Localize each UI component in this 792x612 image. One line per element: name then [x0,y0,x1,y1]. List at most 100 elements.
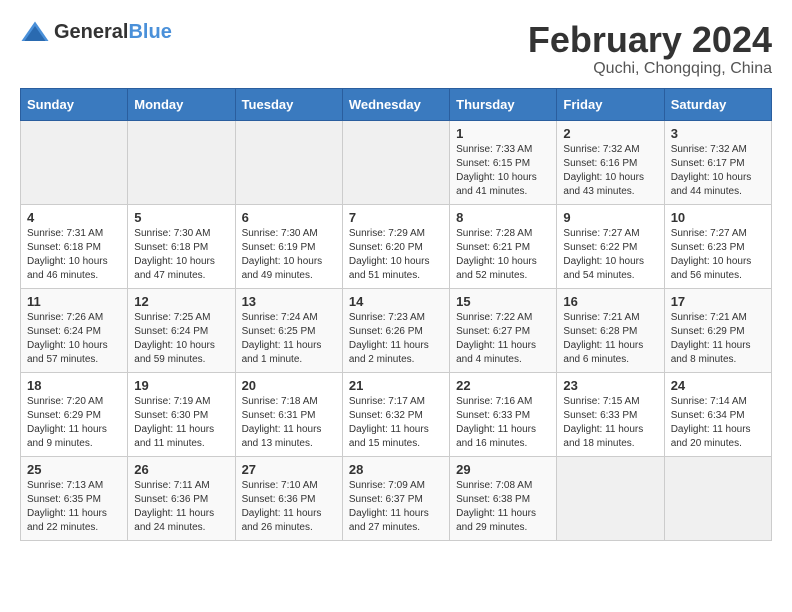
day-number: 29 [456,462,550,477]
day-info: Sunrise: 7:23 AM Sunset: 6:26 PM Dayligh… [349,311,443,367]
calendar-cell: 6Sunrise: 7:30 AM Sunset: 6:19 PM Daylig… [235,204,342,288]
calendar-cell: 2 Sunrise: 7:32 AM Sunset: 6:16 PM Daylig… [557,120,664,204]
day-info: Sunrise: 7:27 AM Sunset: 6:22 PM Dayligh… [563,227,657,283]
day-number: 4 [27,210,121,225]
calendar-cell: 7Sunrise: 7:29 AM Sunset: 6:20 PM Daylig… [342,204,449,288]
day-number: 28 [349,462,443,477]
day-number: 24 [671,378,765,393]
day-number: 8 [456,210,550,225]
day-number: 22 [456,378,550,393]
day-info: Sunrise: 7:22 AM Sunset: 6:27 PM Dayligh… [456,311,550,367]
weekday-header: Saturday [664,88,771,120]
calendar-week-row: 18Sunrise: 7:20 AM Sunset: 6:29 PM Dayli… [21,372,772,456]
day-info: Sunrise: 7:15 AM Sunset: 6:33 PM Dayligh… [563,395,657,451]
calendar-cell: 25 Sunrise: 7:13 AM Sunset: 6:35 PM Dayli… [21,456,128,540]
calendar-cell: 1 Sunrise: 7:33 AM Sunset: 6:15 PM Daylig… [450,120,557,204]
logo-icon [20,20,50,44]
day-number: 26 [134,462,228,477]
calendar-cell: 26 Sunrise: 7:11 AM Sunset: 6:36 PM Dayli… [128,456,235,540]
calendar-week-row: 4 Sunrise: 7:31 AM Sunset: 6:18 PM Daylig… [21,204,772,288]
day-info: Sunrise: 7:21 AM Sunset: 6:29 PM Dayligh… [671,311,765,367]
calendar-cell: 15 Sunrise: 7:22 AM Sunset: 6:27 PM Dayli… [450,288,557,372]
calendar-cell: 3 Sunrise: 7:32 AM Sunset: 6:17 PM Daylig… [664,120,771,204]
day-number: 23 [563,378,657,393]
calendar-cell: 10Sunrise: 7:27 AM Sunset: 6:23 PM Dayli… [664,204,771,288]
day-info: Sunrise: 7:19 AM Sunset: 6:30 PM Dayligh… [134,395,228,451]
day-info: Sunrise: 7:31 AM Sunset: 6:18 PM Dayligh… [27,227,121,283]
weekday-header: Monday [128,88,235,120]
day-info: Sunrise: 7:08 AM Sunset: 6:38 PM Dayligh… [456,479,550,535]
calendar-cell [128,120,235,204]
day-number: 12 [134,294,228,309]
calendar-cell: 4 Sunrise: 7:31 AM Sunset: 6:18 PM Daylig… [21,204,128,288]
calendar-cell: 9 Sunrise: 7:27 AM Sunset: 6:22 PM Daylig… [557,204,664,288]
day-info: Sunrise: 7:21 AM Sunset: 6:28 PM Dayligh… [563,311,657,367]
weekday-header: Wednesday [342,88,449,120]
calendar-cell: 8 Sunrise: 7:28 AM Sunset: 6:21 PM Daylig… [450,204,557,288]
calendar-cell [342,120,449,204]
calendar-cell: 22 Sunrise: 7:16 AM Sunset: 6:33 PM Dayli… [450,372,557,456]
day-info: Sunrise: 7:28 AM Sunset: 6:21 PM Dayligh… [456,227,550,283]
day-info: Sunrise: 7:30 AM Sunset: 6:18 PM Dayligh… [134,227,228,283]
day-info: Sunrise: 7:26 AM Sunset: 6:24 PM Dayligh… [27,311,121,367]
day-info: Sunrise: 7:17 AM Sunset: 6:32 PM Dayligh… [349,395,443,451]
logo-text-general: General [54,21,128,43]
day-info: Sunrise: 7:24 AM Sunset: 6:25 PM Dayligh… [242,311,336,367]
calendar-cell: 19Sunrise: 7:19 AM Sunset: 6:30 PM Dayli… [128,372,235,456]
weekday-header: Friday [557,88,664,120]
weekday-header-row: SundayMondayTuesdayWednesdayThursdayFrid… [21,88,772,120]
calendar-cell: 21 Sunrise: 7:17 AM Sunset: 6:32 PM Dayli… [342,372,449,456]
calendar-cell: 28Sunrise: 7:09 AM Sunset: 6:37 PM Dayli… [342,456,449,540]
day-number: 11 [27,294,121,309]
calendar-cell [21,120,128,204]
day-number: 9 [563,210,657,225]
day-info: Sunrise: 7:32 AM Sunset: 6:17 PM Dayligh… [671,143,765,199]
day-number: 3 [671,126,765,141]
logo: GeneralBlue [20,20,172,44]
day-info: Sunrise: 7:18 AM Sunset: 6:31 PM Dayligh… [242,395,336,451]
weekday-header: Tuesday [235,88,342,120]
day-number: 25 [27,462,121,477]
calendar-cell: 18Sunrise: 7:20 AM Sunset: 6:29 PM Dayli… [21,372,128,456]
logo-text-blue: Blue [128,21,171,43]
calendar-cell [235,120,342,204]
calendar-cell: 14 Sunrise: 7:23 AM Sunset: 6:26 PM Dayli… [342,288,449,372]
day-info: Sunrise: 7:25 AM Sunset: 6:24 PM Dayligh… [134,311,228,367]
title-block: February 2024 Quchi, Chongqing, China [528,20,772,78]
day-number: 13 [242,294,336,309]
day-number: 16 [563,294,657,309]
calendar-cell [557,456,664,540]
day-info: Sunrise: 7:16 AM Sunset: 6:33 PM Dayligh… [456,395,550,451]
calendar-cell: 5 Sunrise: 7:30 AM Sunset: 6:18 PM Daylig… [128,204,235,288]
day-number: 6 [242,210,336,225]
calendar-cell: 17 Sunrise: 7:21 AM Sunset: 6:29 PM Dayli… [664,288,771,372]
calendar-cell [664,456,771,540]
calendar-cell: 29 Sunrise: 7:08 AM Sunset: 6:38 PM Dayli… [450,456,557,540]
calendar-cell: 12 Sunrise: 7:25 AM Sunset: 6:24 PM Dayli… [128,288,235,372]
calendar-cell: 24 Sunrise: 7:14 AM Sunset: 6:34 PM Dayli… [664,372,771,456]
day-info: Sunrise: 7:11 AM Sunset: 6:36 PM Dayligh… [134,479,228,535]
day-number: 10 [671,210,765,225]
calendar-table: SundayMondayTuesdayWednesdayThursdayFrid… [20,88,772,541]
day-info: Sunrise: 7:13 AM Sunset: 6:35 PM Dayligh… [27,479,121,535]
calendar-cell: 27 Sunrise: 7:10 AM Sunset: 6:36 PM Dayli… [235,456,342,540]
day-number: 7 [349,210,443,225]
day-number: 21 [349,378,443,393]
day-info: Sunrise: 7:14 AM Sunset: 6:34 PM Dayligh… [671,395,765,451]
page-header: GeneralBlue February 2024 Quchi, Chongqi… [20,20,772,78]
day-info: Sunrise: 7:33 AM Sunset: 6:15 PM Dayligh… [456,143,550,199]
calendar-week-row: 25 Sunrise: 7:13 AM Sunset: 6:35 PM Dayli… [21,456,772,540]
day-number: 1 [456,126,550,141]
day-number: 14 [349,294,443,309]
day-number: 17 [671,294,765,309]
calendar-cell: 16 Sunrise: 7:21 AM Sunset: 6:28 PM Dayli… [557,288,664,372]
location-subtitle: Quchi, Chongqing, China [528,60,772,78]
day-info: Sunrise: 7:10 AM Sunset: 6:36 PM Dayligh… [242,479,336,535]
weekday-header: Thursday [450,88,557,120]
day-info: Sunrise: 7:32 AM Sunset: 6:16 PM Dayligh… [563,143,657,199]
day-number: 2 [563,126,657,141]
day-number: 15 [456,294,550,309]
day-number: 27 [242,462,336,477]
calendar-week-row: 1 Sunrise: 7:33 AM Sunset: 6:15 PM Daylig… [21,120,772,204]
day-number: 5 [134,210,228,225]
